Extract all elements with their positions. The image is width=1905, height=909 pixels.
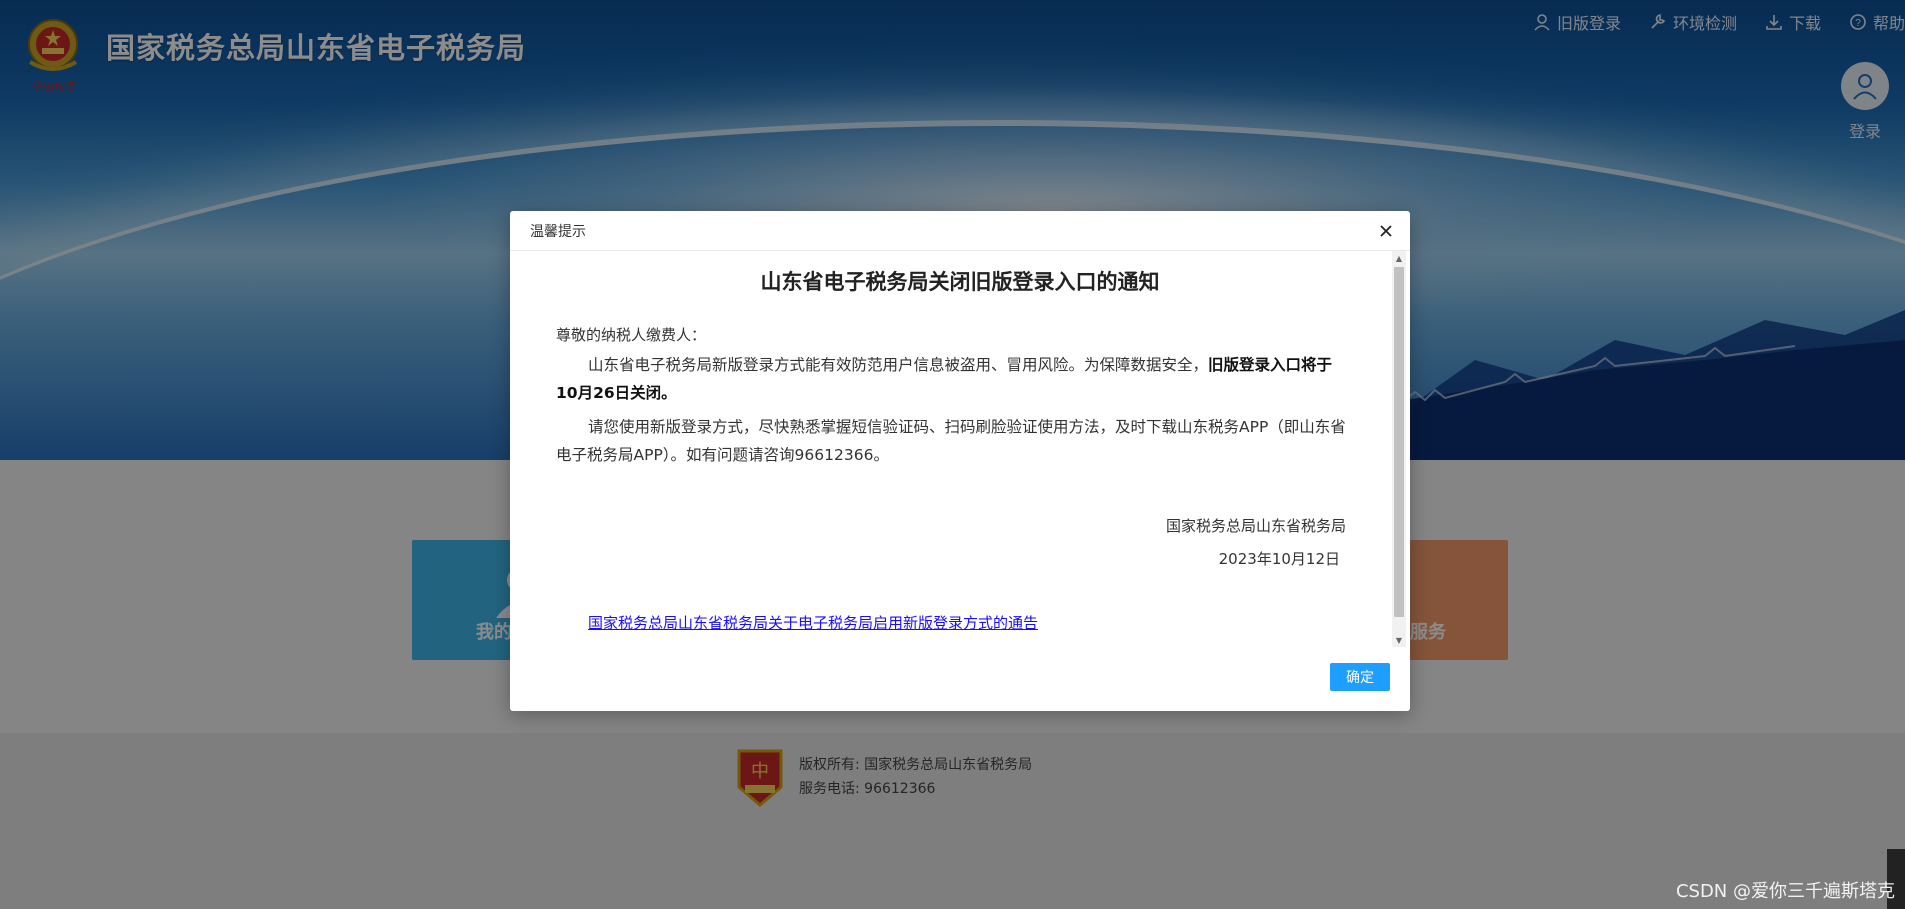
- scroll-down-arrow-icon[interactable]: ▼: [1392, 633, 1406, 647]
- notice-signature-org: 国家税务总局山东省税务局: [1165, 517, 1346, 535]
- confirm-button[interactable]: 确定: [1330, 663, 1390, 691]
- dialog-scrollbar[interactable]: ▲ ▼: [1392, 251, 1406, 647]
- dialog-body[interactable]: 山东省电子税务局关闭旧版登录入口的通知 尊敬的纳税人缴费人： 山东省电子税务局新…: [510, 251, 1410, 647]
- notice-title: 山东省电子税务局关闭旧版登录入口的通知: [760, 270, 1160, 294]
- notice-signature-date: 2023年10月12日: [1218, 550, 1340, 568]
- dialog-header: 温馨提示: [510, 211, 1410, 251]
- dialog-title: 温馨提示: [530, 223, 586, 240]
- notice-paragraph-2: 请您使用新版登录方式，尽快熟悉掌握短信验证码、扫码刷脸验证使用方法，及时下载山东…: [556, 418, 1346, 464]
- notice-paragraph-1-text: 山东省电子税务局新版登录方式能有效防范用户信息被盗用、冒用风险。为保障数据安全，: [588, 356, 1209, 374]
- csdn-watermark: CSDN @爱你三千遍斯塔克: [1675, 881, 1895, 902]
- close-icon[interactable]: [1376, 221, 1396, 241]
- scroll-up-arrow-icon[interactable]: ▲: [1392, 251, 1406, 265]
- notice-paragraph-1: 山东省电子税务局新版登录方式能有效防范用户信息被盗用、冒用风险。为保障数据安全，…: [556, 351, 1346, 407]
- notice-salutation: 尊敬的纳税人缴费人：: [556, 326, 707, 344]
- notice-dialog: 温馨提示 山东省电子税务局关闭旧版登录入口的通知 尊敬的纳税人缴费人： 山东省电…: [510, 211, 1410, 711]
- announcement-link[interactable]: 国家税务总局山东省税务局关于电子税务局启用新版登录方式的通告: [588, 612, 1346, 633]
- scrollbar-thumb[interactable]: [1394, 267, 1404, 617]
